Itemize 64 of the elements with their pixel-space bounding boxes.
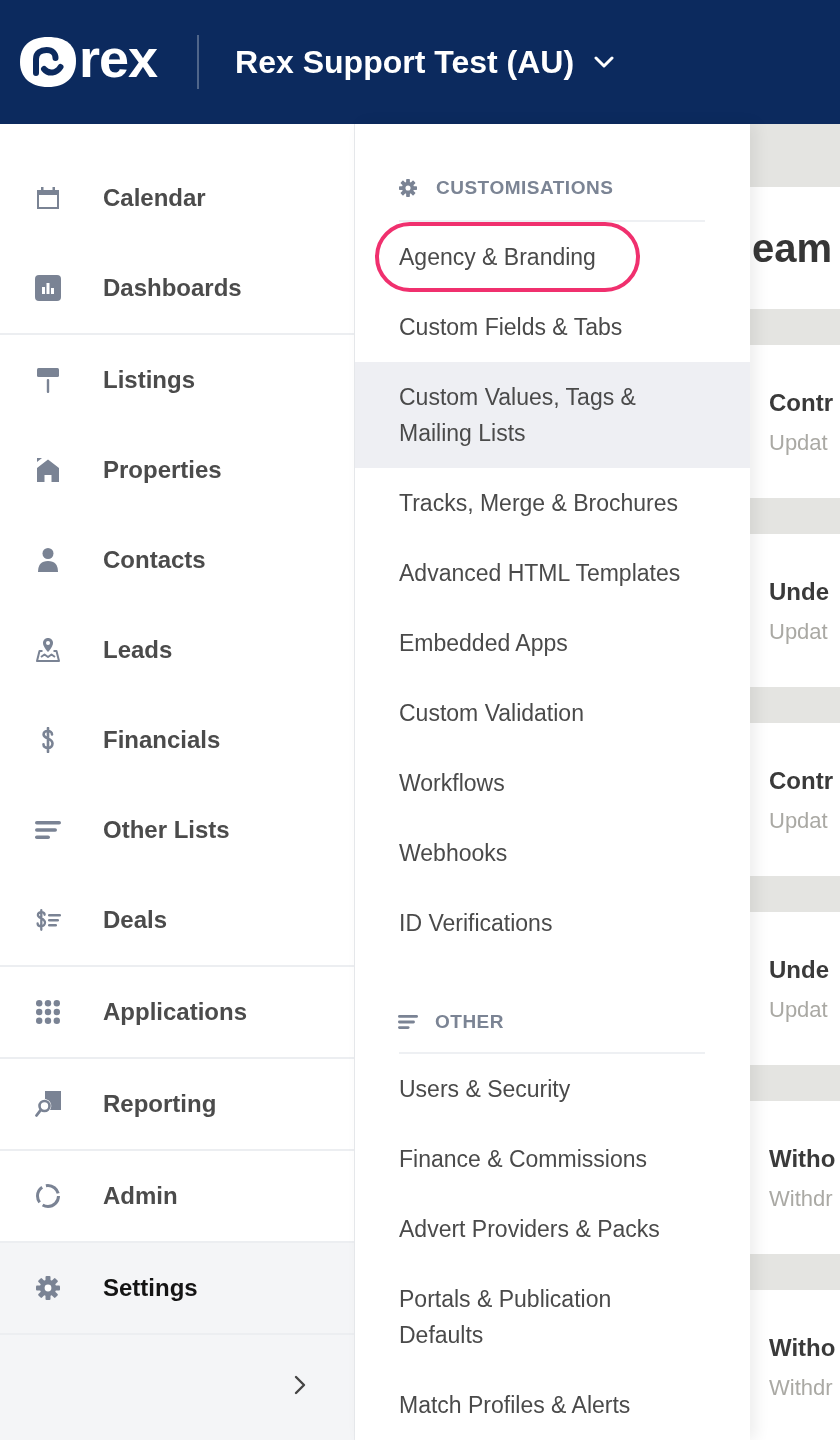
- sidebar-item[interactable]: Settings: [0, 1243, 354, 1333]
- menu-item[interactable]: Webhooks: [355, 818, 750, 888]
- sidebar-item[interactable]: Other Lists: [0, 785, 354, 875]
- sidebar-item[interactable]: Contacts: [0, 515, 354, 605]
- logo-text: rex: [79, 31, 158, 85]
- map-pin-icon: [36, 638, 60, 662]
- logo-icon: [20, 37, 76, 87]
- card-title: Contr: [769, 766, 834, 796]
- sidebar-item[interactable]: Applications: [0, 967, 354, 1057]
- sidebar-item[interactable]: Deals: [0, 875, 354, 965]
- settings-icon: [36, 1276, 60, 1300]
- menu-item[interactable]: Portals & Publication Defaults: [355, 1264, 750, 1370]
- card-subtitle: Updat: [769, 996, 829, 1024]
- menu-item[interactable]: Users & Security: [355, 1054, 750, 1124]
- dollar-icon: [41, 727, 55, 753]
- card-subtitle: Updat: [769, 807, 829, 835]
- ring-icon: [36, 1184, 60, 1208]
- lines-icon: [398, 1015, 418, 1029]
- bar-chart-icon: [35, 275, 61, 301]
- page-title: eam: [752, 225, 833, 271]
- lines-icon: [35, 821, 61, 839]
- menu-item[interactable]: Custom Values, Tags & Mailing Lists: [355, 362, 750, 468]
- card-title: Witho: [769, 1144, 837, 1174]
- section-title: CUSTOMISATIONS: [436, 176, 614, 200]
- card-title: Unde: [769, 577, 830, 607]
- menu-item[interactable]: Embedded Apps: [355, 608, 750, 678]
- menu-item[interactable]: Tracks, Merge & Brochures: [355, 468, 750, 538]
- section-title: OTHER: [435, 1010, 504, 1034]
- sidebar-item[interactable]: Financials: [0, 695, 354, 785]
- signboard-icon: [37, 367, 59, 393]
- grid-icon: [36, 1000, 60, 1024]
- card-title: Witho: [769, 1333, 837, 1363]
- card-title: Unde: [769, 955, 830, 985]
- card-title: Contr: [769, 388, 834, 418]
- menu-item[interactable]: Advanced HTML Templates: [355, 538, 750, 608]
- menu-item[interactable]: Custom Fields & Tabs: [355, 292, 750, 362]
- expand-button[interactable]: [294, 1375, 306, 1395]
- sidebar-item[interactable]: Reporting: [0, 1059, 354, 1149]
- menu-item[interactable]: Advert Providers & Packs: [355, 1194, 750, 1264]
- report-search-icon: [35, 1091, 61, 1117]
- sidebar-item[interactable]: Calendar: [0, 153, 354, 243]
- menu-item[interactable]: Workflows: [355, 748, 750, 818]
- menu-item[interactable]: Match Profiles & Alerts: [355, 1370, 750, 1440]
- dollar-list-icon: [35, 909, 61, 931]
- card-subtitle: Withdr: [769, 1185, 834, 1213]
- menu-item[interactable]: Agency & Branding: [375, 222, 640, 292]
- sidebar-item[interactable]: Listings: [0, 335, 354, 425]
- account-switcher[interactable]: Rex Support Test (AU): [235, 43, 615, 81]
- menu-item[interactable]: Finance & Commissions: [355, 1124, 750, 1194]
- sidebar-item[interactable]: Leads: [0, 605, 354, 695]
- card-subtitle: Updat: [769, 429, 829, 457]
- sidebar-item[interactable]: Admin: [0, 1151, 354, 1241]
- chevron-down-icon: [594, 56, 615, 68]
- card-subtitle: Updat: [769, 618, 829, 646]
- sidebar-item[interactable]: Dashboards: [0, 243, 354, 333]
- person-icon: [38, 548, 58, 572]
- settings-icon: [399, 179, 417, 197]
- menu-item[interactable]: Custom Validation: [355, 678, 750, 748]
- menu-item[interactable]: ID Verifications: [355, 888, 750, 958]
- card-subtitle: Withdr: [769, 1374, 834, 1402]
- sidebar-item[interactable]: Properties: [0, 425, 354, 515]
- house-icon: [37, 458, 59, 482]
- chevron-right-icon: [294, 1375, 306, 1395]
- calendar-icon: [37, 187, 59, 209]
